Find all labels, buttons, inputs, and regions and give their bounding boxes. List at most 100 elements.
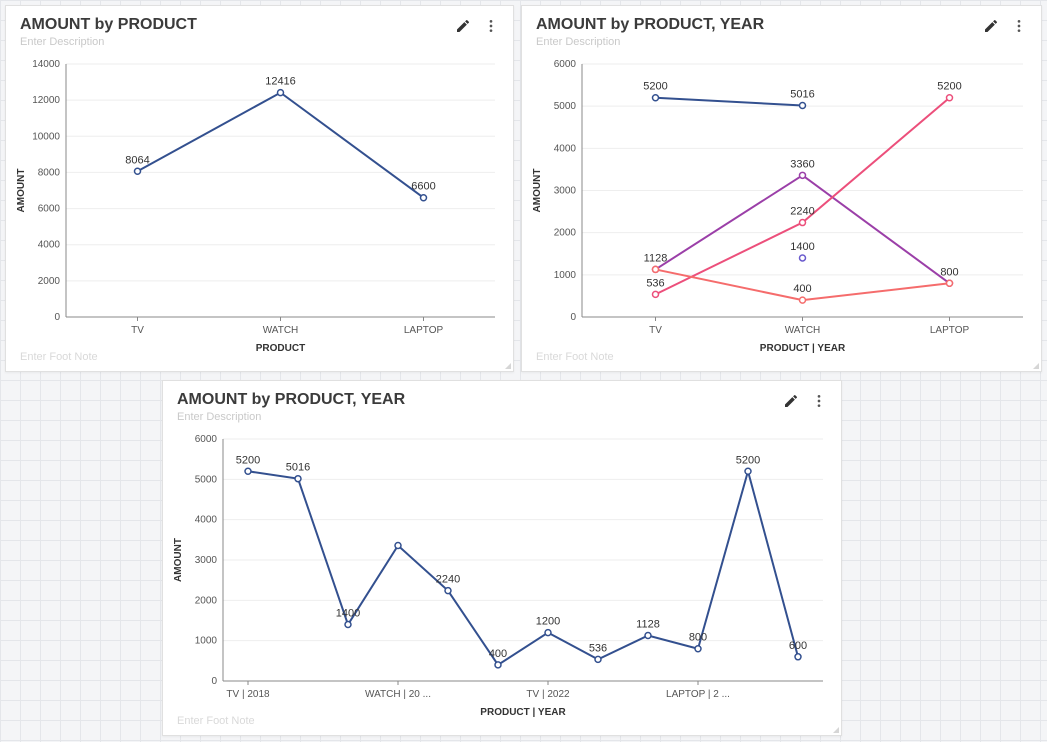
value-label: 400 (793, 283, 811, 295)
data-point[interactable] (695, 646, 701, 652)
value-label: 5200 (643, 81, 667, 93)
resize-handle[interactable] (1033, 363, 1039, 369)
chart-footnote-placeholder[interactable]: Enter Foot Note (177, 715, 255, 727)
y-tick-label: 2000 (195, 595, 218, 606)
value-label: 1128 (636, 619, 660, 631)
y-tick-label: 14000 (32, 59, 60, 70)
data-point[interactable] (345, 622, 351, 628)
value-label: 600 (789, 640, 807, 652)
value-label: 5200 (937, 81, 961, 93)
value-label: 3360 (790, 158, 814, 170)
y-tick-label: 8000 (38, 167, 61, 178)
value-label: 12416 (265, 76, 296, 88)
y-axis-title: AMOUNT (16, 169, 27, 213)
y-tick-label: 6000 (554, 59, 577, 70)
data-point[interactable] (135, 168, 141, 174)
value-label: 800 (940, 266, 958, 278)
x-tick-label: TV | 2018 (226, 689, 270, 700)
x-axis-title: PRODUCT (256, 343, 305, 354)
value-label: 6600 (411, 181, 435, 193)
value-label: 5200 (236, 454, 260, 466)
x-tick-label: TV | 2022 (526, 689, 570, 700)
data-point[interactable] (653, 95, 659, 101)
y-tick-label: 4000 (554, 143, 577, 154)
resize-handle[interactable] (833, 727, 839, 733)
data-point[interactable] (545, 630, 551, 636)
data-point[interactable] (800, 220, 806, 226)
x-tick-label: WATCH (785, 325, 821, 336)
y-tick-label: 3000 (554, 186, 577, 197)
series-line (138, 93, 424, 198)
y-tick-label: 6000 (195, 434, 218, 445)
data-point[interactable] (245, 468, 251, 474)
x-axis-title: PRODUCT | YEAR (760, 343, 846, 354)
value-label: 1400 (790, 241, 814, 253)
series-line (248, 471, 798, 665)
y-tick-label: 2000 (38, 276, 61, 287)
data-point[interactable] (421, 195, 427, 201)
value-label: 8064 (125, 154, 149, 166)
y-tick-label: 5000 (554, 101, 577, 112)
value-label: 1200 (536, 616, 560, 628)
y-tick-label: 1000 (195, 636, 218, 647)
y-tick-label: 5000 (195, 474, 218, 485)
chart-svg: 0 1000 2000 3000 4000 5000 6000 5200 5016 1400 224… (163, 381, 843, 737)
y-tick-label: 3000 (195, 555, 218, 566)
x-axis-title: PRODUCT | YEAR (480, 707, 566, 718)
value-label: 800 (689, 632, 707, 644)
data-point[interactable] (395, 542, 401, 548)
value-label: 400 (489, 648, 507, 660)
y-tick-label: 0 (570, 312, 576, 323)
y-axis-title: AMOUNT (532, 169, 543, 213)
data-point[interactable] (947, 280, 953, 286)
data-point[interactable] (445, 588, 451, 594)
chart-svg: 0 1000 2000 3000 4000 5000 6000 5200 5016 1128 336… (522, 6, 1043, 373)
data-point[interactable] (800, 255, 806, 261)
data-point[interactable] (745, 468, 751, 474)
value-label: 5016 (286, 462, 310, 474)
data-point[interactable] (278, 90, 284, 96)
value-label: 5016 (790, 88, 814, 100)
value-label: 2240 (436, 574, 460, 586)
data-point[interactable] (645, 633, 651, 639)
y-tick-label: 2000 (554, 228, 577, 239)
data-point[interactable] (653, 266, 659, 272)
chart-footnote-placeholder[interactable]: Enter Foot Note (20, 351, 98, 363)
data-point[interactable] (295, 476, 301, 482)
series-line (656, 98, 803, 106)
chart-svg: 0200040006000800010000120001400080641241… (6, 6, 515, 373)
data-point[interactable] (495, 662, 501, 668)
data-point[interactable] (800, 102, 806, 108)
data-point[interactable] (795, 654, 801, 660)
value-label: 1128 (644, 252, 668, 264)
value-label: 536 (646, 277, 664, 289)
x-tick-label: LAPTOP (930, 325, 970, 336)
data-point[interactable] (653, 291, 659, 297)
value-label: 2240 (790, 206, 814, 218)
y-tick-label: 0 (211, 676, 217, 687)
value-label: 5200 (736, 454, 760, 466)
y-tick-label: 4000 (38, 240, 61, 251)
y-tick-label: 10000 (32, 131, 60, 142)
data-point[interactable] (800, 172, 806, 178)
x-tick-label: LAPTOP (404, 325, 444, 336)
y-tick-label: 12000 (32, 95, 60, 106)
x-tick-label: TV (649, 325, 662, 336)
chart-card-chart2: AMOUNT by PRODUCT, YEAREnter Description… (521, 5, 1042, 372)
data-point[interactable] (595, 656, 601, 662)
y-tick-label: 1000 (554, 270, 577, 281)
y-tick-label: 4000 (195, 515, 218, 526)
chart-footnote-placeholder[interactable]: Enter Foot Note (536, 351, 614, 363)
resize-handle[interactable] (505, 363, 511, 369)
value-label: 536 (589, 642, 607, 654)
x-tick-label: TV (131, 325, 144, 336)
series-line (656, 98, 950, 295)
chart-card-chart3: AMOUNT by PRODUCT, YEAREnter Description… (162, 380, 842, 736)
data-point[interactable] (947, 95, 953, 101)
series-line (656, 175, 950, 283)
value-label: 1400 (336, 608, 360, 620)
chart-card-chart1: AMOUNT by PRODUCTEnter Description020004… (5, 5, 514, 372)
y-tick-label: 0 (54, 312, 60, 323)
y-axis-title: AMOUNT (173, 538, 184, 582)
data-point[interactable] (800, 297, 806, 303)
